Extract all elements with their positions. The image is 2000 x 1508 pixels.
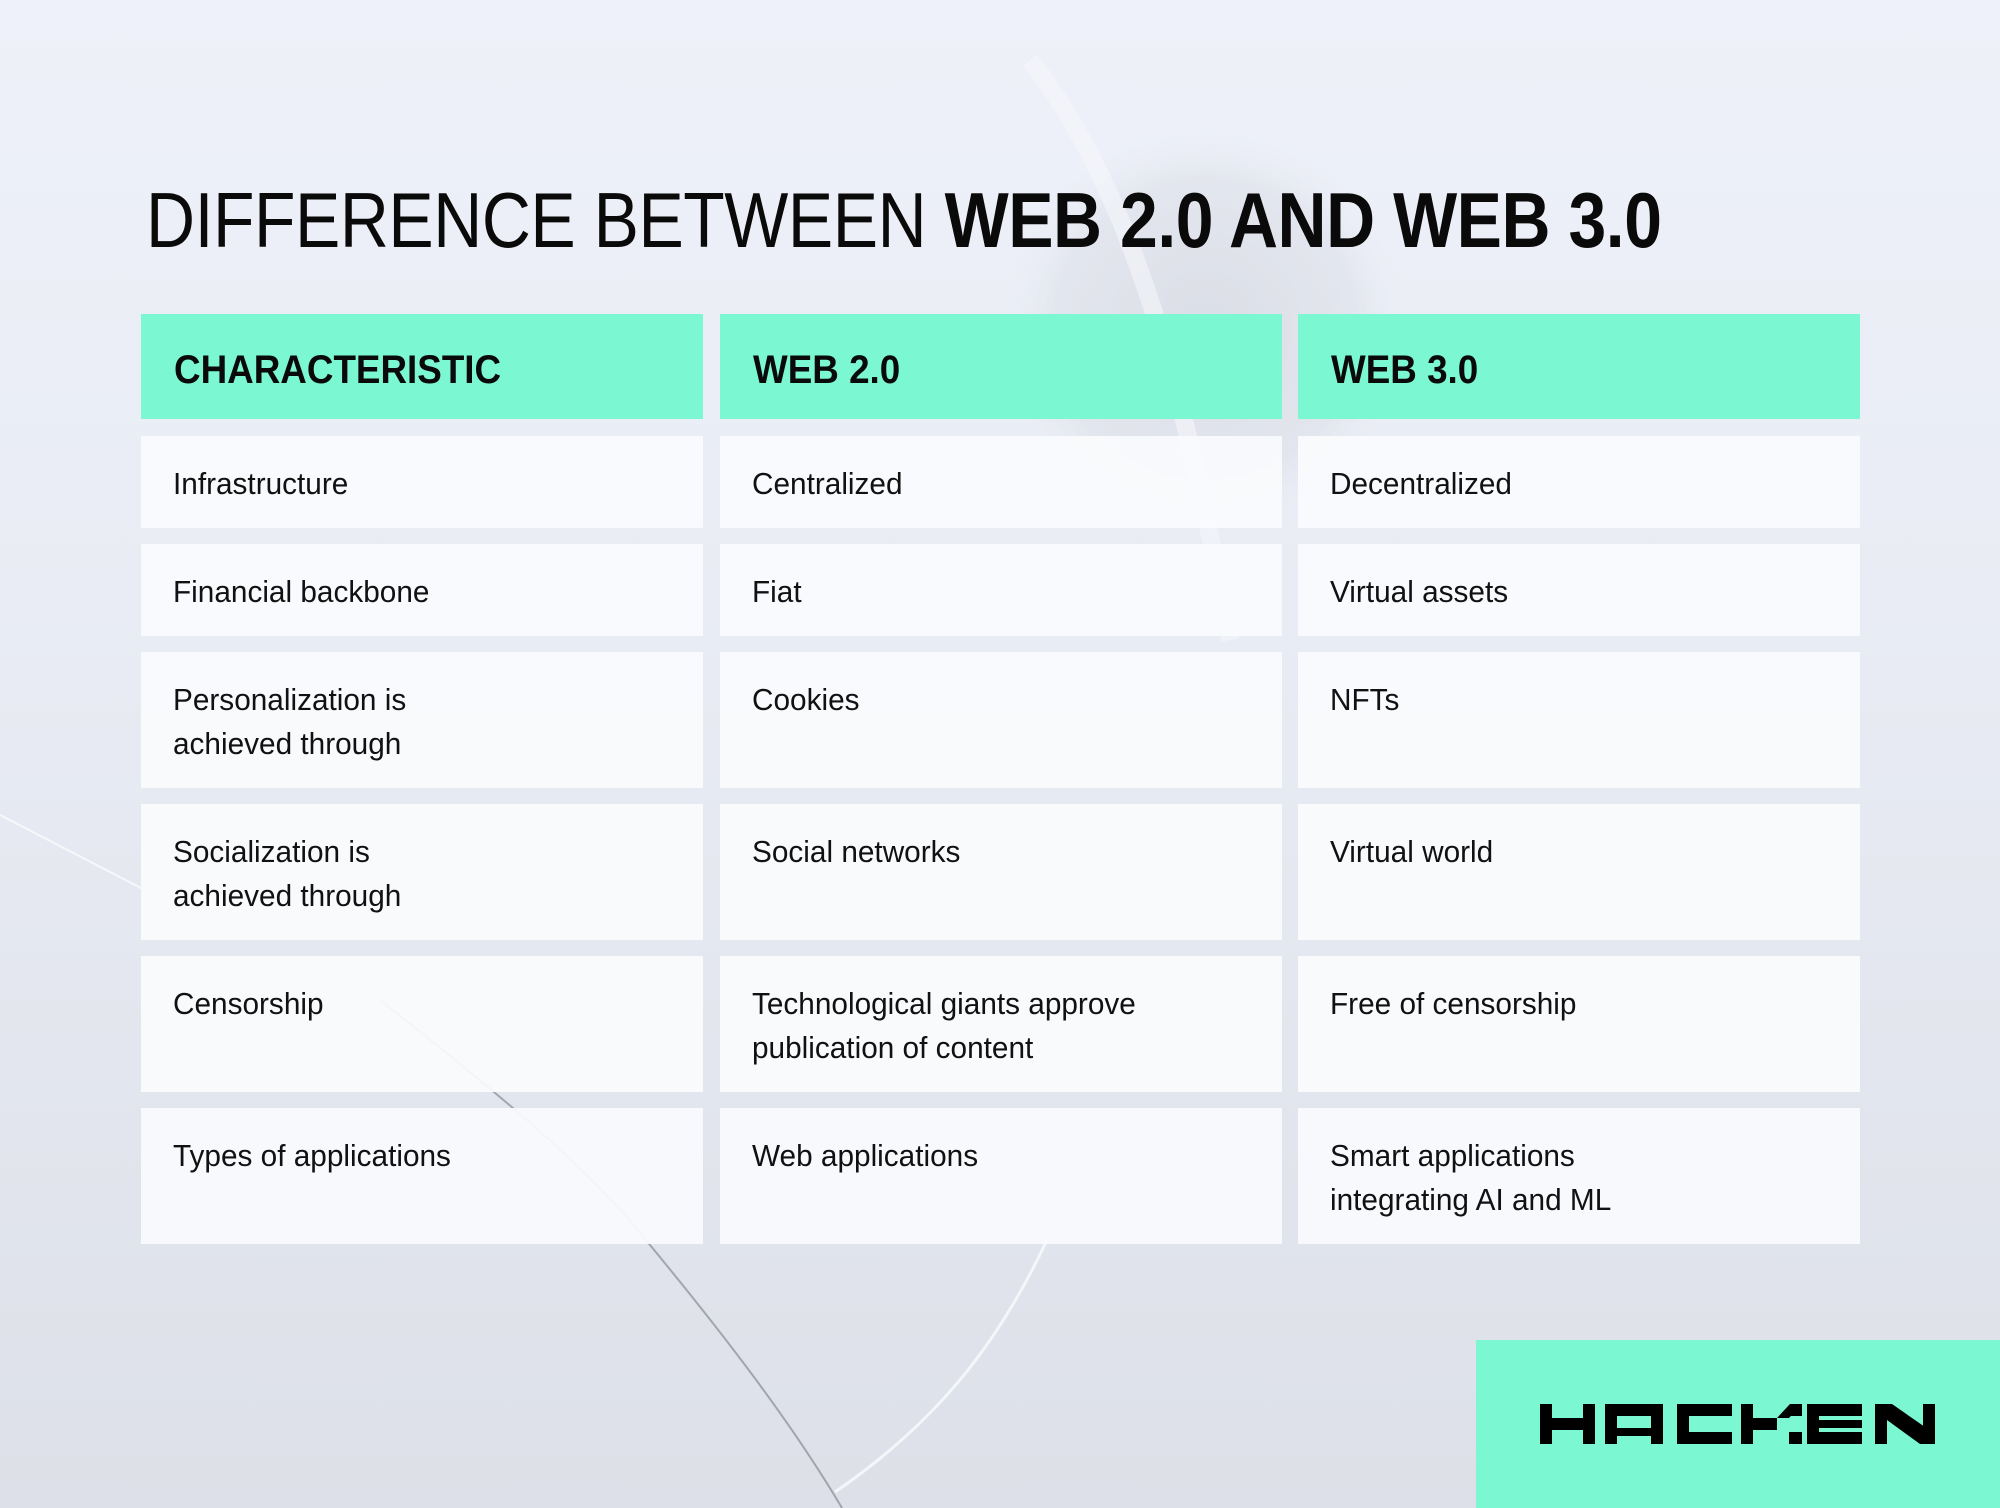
page-title-light: DIFFERENCE BETWEEN <box>146 176 945 265</box>
table-cell: Free of censorship <box>1298 956 1860 1092</box>
table-cell: Virtual world <box>1298 804 1860 940</box>
table-cell: Social networks <box>720 804 1282 940</box>
table-cell: Financial backbone <box>141 544 703 636</box>
table-cell: Centralized <box>720 436 1282 528</box>
table-cell: Fiat <box>720 544 1282 636</box>
table-cell: Censorship <box>141 956 703 1092</box>
table-cell: Virtual assets <box>1298 544 1860 636</box>
table-cell: Cookies <box>720 652 1282 788</box>
table-cell: NFTs <box>1298 652 1860 788</box>
table-cell: Personalization is achieved through <box>141 652 703 788</box>
column-header-web2: WEB 2.0 <box>720 314 1282 419</box>
table-cell: Decentralized <box>1298 436 1860 528</box>
page-title: DIFFERENCE BETWEEN WEB 2.0 AND WEB 3.0 <box>146 180 1662 260</box>
brand-logo-box <box>1476 1340 2000 1508</box>
table-cell: Types of applications <box>141 1108 703 1244</box>
table-cell: Socialization is achieved through <box>141 804 703 940</box>
table-cell: Technological giants approve publication… <box>720 956 1282 1092</box>
table-cell: Smart applications integrating AI and ML <box>1298 1108 1860 1244</box>
page-title-bold: WEB 2.0 AND WEB 3.0 <box>944 176 1662 265</box>
hacken-wordmark-icon <box>1540 1404 1935 1444</box>
background-line-left <box>0 814 146 891</box>
table-cell: Web applications <box>720 1108 1282 1244</box>
background-arc <box>834 1239 1049 1494</box>
column-header-web3: WEB 3.0 <box>1298 314 1860 419</box>
table-cell: Infrastructure <box>141 436 703 528</box>
column-header-characteristic: CHARACTERISTIC <box>141 314 703 419</box>
